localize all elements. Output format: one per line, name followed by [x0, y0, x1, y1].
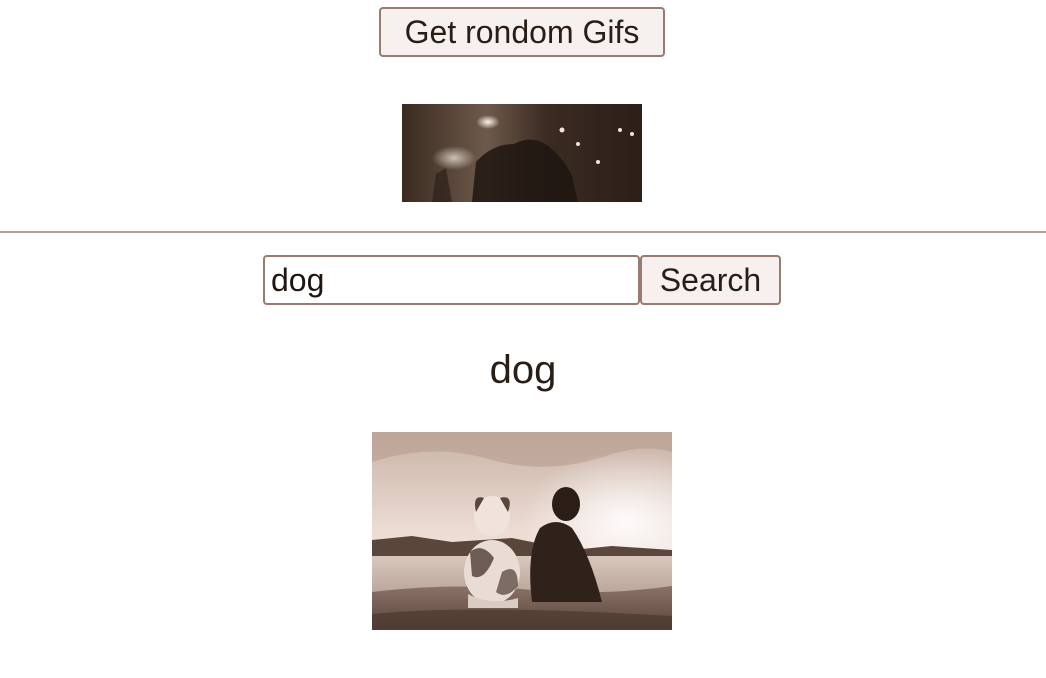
random-gif-section: Get rondom Gifs [0, 0, 1046, 232]
random-gif-image [402, 104, 642, 202]
dog-and-person-by-lake-gif [372, 432, 672, 630]
search-result-title: dog [489, 348, 557, 392]
search-input[interactable] [263, 255, 640, 305]
page: Get rondom Gifs dog Search dog [0, 0, 1046, 678]
section-divider [0, 231, 1046, 233]
concert-stage-gif [402, 104, 642, 202]
search-button[interactable]: Search [640, 255, 781, 305]
search-result-gif-image [372, 432, 672, 630]
get-random-gifs-button[interactable]: Get rondom Gifs [379, 7, 665, 57]
